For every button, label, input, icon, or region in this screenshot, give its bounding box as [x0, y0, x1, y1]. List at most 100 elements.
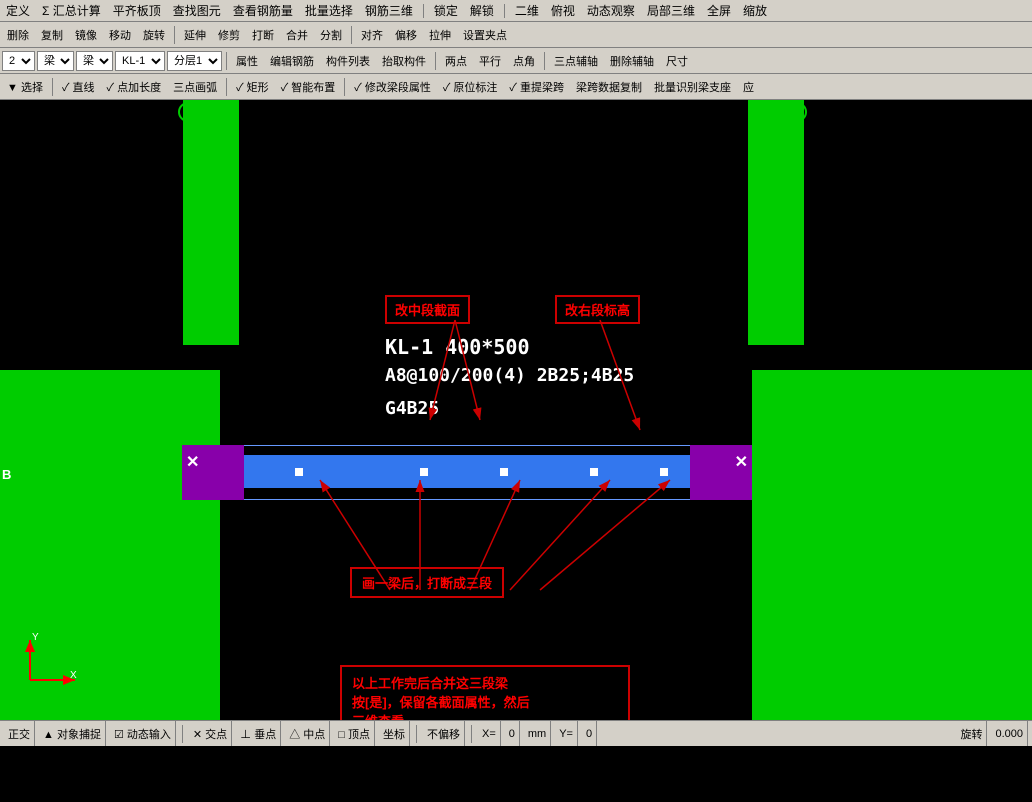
btn-aux-axis[interactable]: 三点辅轴 — [549, 50, 603, 72]
status-mid[interactable]: △ 中点 — [285, 721, 330, 746]
layer2-select[interactable]: 分层1 — [167, 51, 222, 71]
btn-break[interactable]: 打断 — [247, 24, 279, 46]
select-toolbar: ▼ 选择 ✓ 直线 ✓ 点加长度 三点画弧 ✓ 矩形 ✓ 智能布置 ✓ 修改梁段… — [0, 74, 1032, 100]
annotation-right-height: 改右段标高 — [555, 295, 640, 324]
btn-pick[interactable]: 抬取构件 — [377, 50, 431, 72]
status-ortho[interactable]: 正交 — [4, 721, 35, 746]
status-intersect[interactable]: ✕ 交点 — [189, 721, 232, 746]
menu-lock[interactable]: 锁定 — [432, 2, 460, 19]
btn-in-situ[interactable]: ✓ 原位标注 — [438, 76, 503, 98]
sep4 — [351, 26, 352, 44]
annotation-draw-break: 画一梁后，打断成三段 — [350, 567, 504, 598]
menu-dynamic[interactable]: 动态观察 — [585, 2, 637, 19]
btn-point-angle[interactable]: 点角 — [508, 50, 540, 72]
coord-axis: Y X — [20, 630, 80, 690]
col-right-bottom — [752, 370, 1032, 720]
btn-stretch[interactable]: 拉伸 — [424, 24, 456, 46]
canvas-area: ✕ ✕ KL-1 400*500 A8@100/200(4) 2B25;4B25… — [0, 100, 1032, 720]
dot1 — [295, 468, 303, 476]
status-vertex[interactable]: □ 顶点 — [334, 721, 375, 746]
btn-split[interactable]: 分割 — [315, 24, 347, 46]
btn-app[interactable]: 应 — [738, 76, 759, 98]
status-no-offset: 不偏移 — [423, 721, 465, 746]
col-right-top — [748, 100, 804, 345]
menu-calc[interactable]: Σ 汇总计算 — [40, 2, 103, 19]
sep9 — [226, 78, 227, 96]
sep2 — [504, 4, 505, 18]
menu-fullscreen[interactable]: 全屏 — [705, 2, 733, 19]
menu-batch[interactable]: 批量选择 — [303, 2, 355, 19]
beam-label-line2: A8@100/200(4) 2B25;4B25 — [385, 365, 634, 386]
sep7 — [544, 52, 545, 70]
btn-extend[interactable]: 延伸 — [179, 24, 211, 46]
menu-bar: 定义 Σ 汇总计算 平齐板顶 查找图元 查看钢筋量 批量选择 钢筋三维 锁定 解… — [0, 0, 1032, 22]
annotation-merge-line3: 三维查看。 — [352, 711, 618, 720]
btn-edit-rebar[interactable]: 编辑钢筋 — [265, 50, 319, 72]
menu-3d-rebar[interactable]: 钢筋三维 — [363, 2, 415, 19]
btn-merge[interactable]: 合并 — [281, 24, 313, 46]
btn-del-aux[interactable]: 删除辅轴 — [605, 50, 659, 72]
sep12 — [416, 725, 417, 743]
status-snap[interactable]: ▲ 对象捕捉 — [39, 721, 106, 746]
btn-move[interactable]: 移动 — [104, 24, 136, 46]
status-rotate-label: 旋转 — [956, 721, 987, 746]
menu-top-view[interactable]: 俯视 — [549, 2, 577, 19]
annotation-merge-line1: 以上工作完后合并这三段梁 — [352, 673, 618, 692]
menu-rebar[interactable]: 查看钢筋量 — [231, 2, 295, 19]
btn-select[interactable]: ▼ 选择 — [2, 76, 48, 98]
menu-unlock[interactable]: 解锁 — [468, 2, 496, 19]
btn-trim[interactable]: 修剪 — [213, 24, 245, 46]
status-y-val: 0 — [582, 721, 597, 746]
toolbar-edit: 删除 复制 镜像 移动 旋转 延伸 修剪 打断 合并 分割 对齐 偏移 拉伸 设… — [0, 22, 1032, 48]
sep3 — [174, 26, 175, 44]
status-perp[interactable]: ⊥ 垂点 — [236, 721, 281, 746]
btn-offset[interactable]: 偏移 — [390, 24, 422, 46]
annotation-right-height-text: 改右段标高 — [565, 303, 630, 318]
menu-define[interactable]: 定义 — [4, 2, 32, 19]
status-x-val: 0 — [505, 721, 520, 746]
id-select[interactable]: KL-1 — [115, 51, 165, 71]
sep6 — [435, 52, 436, 70]
type-select1[interactable]: 梁 — [37, 51, 74, 71]
btn-rotate[interactable]: 旋转 — [138, 24, 170, 46]
annotation-mid-section-text: 改中段截面 — [395, 303, 460, 318]
btn-copy[interactable]: 复制 — [36, 24, 68, 46]
menu-find[interactable]: 查找图元 — [171, 2, 223, 19]
dot5 — [660, 468, 668, 476]
sep8 — [52, 78, 53, 96]
btn-point-len[interactable]: ✓ 点加长度 — [102, 76, 167, 98]
svg-text:X: X — [70, 670, 77, 681]
btn-copy-span[interactable]: 梁跨数据复制 — [571, 76, 647, 98]
type-select2[interactable]: 梁 — [76, 51, 113, 71]
menu-local3d[interactable]: 局部三维 — [645, 2, 697, 19]
btn-batch-id[interactable]: 批量识别梁支座 — [649, 76, 736, 98]
btn-property[interactable]: 属性 — [231, 50, 263, 72]
menu-zoom[interactable]: 缩放 — [741, 2, 769, 19]
layer-select[interactable]: 2 — [2, 51, 35, 71]
btn-delete[interactable]: 删除 — [2, 24, 34, 46]
status-dynamic[interactable]: ☑ 动态输入 — [110, 721, 176, 746]
sep1 — [423, 4, 424, 18]
grid-b-label: B — [2, 467, 11, 482]
menu-2d[interactable]: 二维 — [513, 2, 541, 19]
status-rotate-val: 0.000 — [991, 721, 1028, 746]
beam-blue — [243, 455, 691, 488]
col-left-top — [183, 100, 239, 345]
btn-smart[interactable]: ✓ 智能布置 — [276, 76, 341, 98]
menu-align[interactable]: 平齐板顶 — [111, 2, 163, 19]
btn-component-list[interactable]: 构件列表 — [321, 50, 375, 72]
btn-line[interactable]: ✓ 直线 — [57, 76, 100, 98]
status-coord[interactable]: 坐标 — [379, 721, 410, 746]
btn-grip[interactable]: 设置夹点 — [458, 24, 512, 46]
btn-arc[interactable]: 三点画弧 — [168, 76, 222, 98]
btn-parallel[interactable]: 平行 — [474, 50, 506, 72]
sep13 — [471, 725, 472, 743]
btn-align[interactable]: 对齐 — [356, 24, 388, 46]
btn-dimension[interactable]: 尺寸 — [661, 50, 693, 72]
btn-two-points[interactable]: 两点 — [440, 50, 472, 72]
btn-rect[interactable]: ✓ 矩形 — [231, 76, 274, 98]
btn-modify-seg[interactable]: ✓ 修改梁段属性 — [349, 76, 436, 98]
btn-re-span[interactable]: ✓ 重提梁跨 — [504, 76, 569, 98]
dot4 — [590, 468, 598, 476]
btn-mirror[interactable]: 镜像 — [70, 24, 102, 46]
